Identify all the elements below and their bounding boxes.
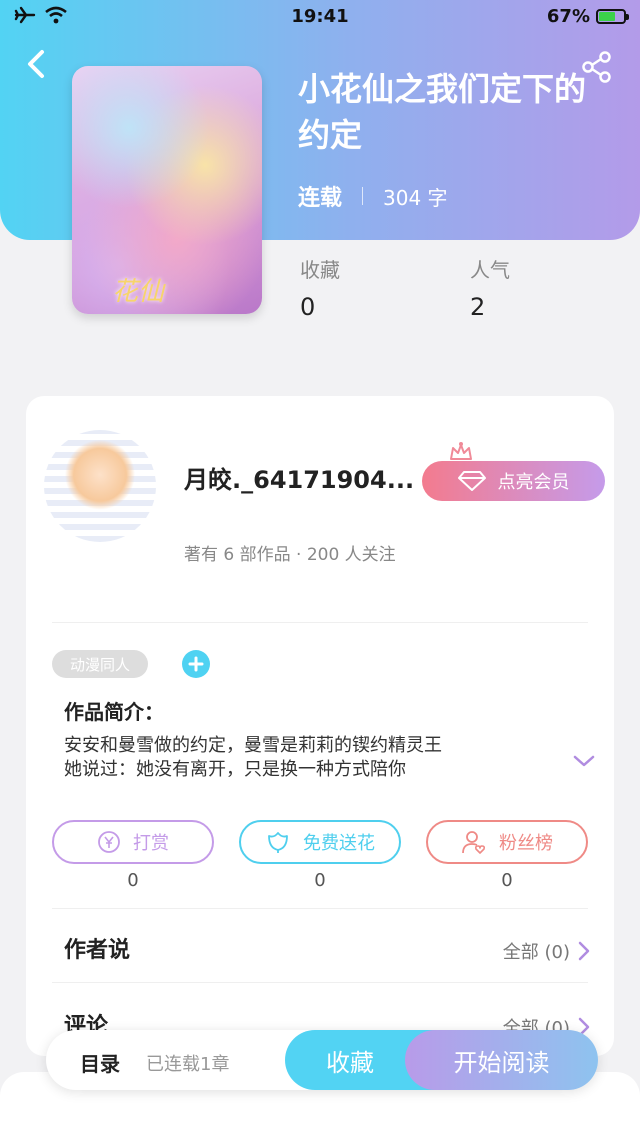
flower-count: 0 <box>314 870 326 891</box>
intro-text: 安安和曼雪做的约定，曼雪是莉莉的锲约精灵王 她说过：她没有离开，只是换一种方式陪… <box>64 734 544 782</box>
start-reading-button[interactable]: 开始阅读 <box>405 1030 598 1090</box>
author-name[interactable]: 月皎._64171904... <box>184 460 414 495</box>
chevron-right-icon <box>578 941 590 961</box>
divider <box>52 982 588 983</box>
serial-chapters: 已连载1章 <box>146 1054 230 1075</box>
stat-popularity: 人气 2 <box>470 254 510 321</box>
start-reading-label: 开始阅读 <box>453 1048 550 1077</box>
genre-tag[interactable]: 动漫同人 <box>52 650 148 678</box>
intro-line: 安安和曼雪做的约定，曼雪是莉莉的锲约精灵王 <box>64 735 442 756</box>
author-says-all-link[interactable]: 全部 (0) <box>503 938 590 964</box>
send-flower-label: 免费送花 <box>303 833 375 854</box>
status-bar: 19:41 67% <box>0 0 640 36</box>
tip-button[interactable]: 打赏 <box>52 820 214 864</box>
chevron-left-icon <box>28 50 44 78</box>
stat-label: 人气 <box>470 258 510 282</box>
fan-count: 0 <box>501 870 513 891</box>
divider <box>52 908 588 909</box>
stat-value: 0 <box>300 293 316 321</box>
send-flower-button[interactable]: 免费送花 <box>239 820 401 864</box>
battery-level <box>599 12 616 21</box>
vip-button-label: 点亮会员 <box>497 472 570 493</box>
diamond-icon <box>457 471 486 491</box>
tip-label: 打赏 <box>133 833 169 854</box>
stat-value: 2 <box>470 293 486 321</box>
tip-count: 0 <box>127 870 139 891</box>
vip-button[interactable]: 点亮会员 <box>422 461 605 501</box>
battery-icon <box>596 9 629 24</box>
meta-divider <box>362 187 364 205</box>
book-cover[interactable]: 花仙 <box>72 66 262 314</box>
toc-button[interactable]: 目录 <box>80 1048 120 1077</box>
word-count: 304 字 <box>383 185 448 210</box>
book-meta: 连载 304 字 <box>298 180 448 212</box>
fan-ranking-button[interactable]: 粉丝榜 <box>426 820 588 864</box>
chevron-down-icon[interactable] <box>572 752 596 774</box>
intro-line: 她说过：她没有离开，只是换一种方式陪你 <box>64 759 406 780</box>
flower-icon <box>268 832 288 853</box>
back-button[interactable] <box>22 46 52 82</box>
book-title: 小花仙之我们定下的约定 <box>298 70 587 154</box>
fan-ranking-label: 粉丝榜 <box>499 833 553 854</box>
status-time: 19:41 <box>291 6 349 27</box>
stat-favorites: 收藏 0 <box>300 254 340 321</box>
battery-percent: 67% <box>546 6 590 27</box>
favorite-label: 收藏 <box>326 1048 374 1077</box>
cover-title: 花仙 <box>112 277 165 307</box>
intro-label: 作品简介： <box>64 700 164 724</box>
author-says-title: 作者说 <box>64 938 131 963</box>
serial-status: 连载 <box>298 186 343 211</box>
plus-icon <box>188 656 204 672</box>
divider <box>52 622 588 623</box>
stat-label: 收藏 <box>300 258 340 282</box>
author-says-all-label: 全部 (0) <box>502 942 570 963</box>
add-tag-button[interactable] <box>182 650 210 678</box>
author-avatar[interactable] <box>44 430 156 542</box>
yen-icon <box>98 831 120 853</box>
user-heart-icon <box>462 831 486 854</box>
author-stats: 著有 6 部作品 · 200 人关注 <box>184 545 396 565</box>
